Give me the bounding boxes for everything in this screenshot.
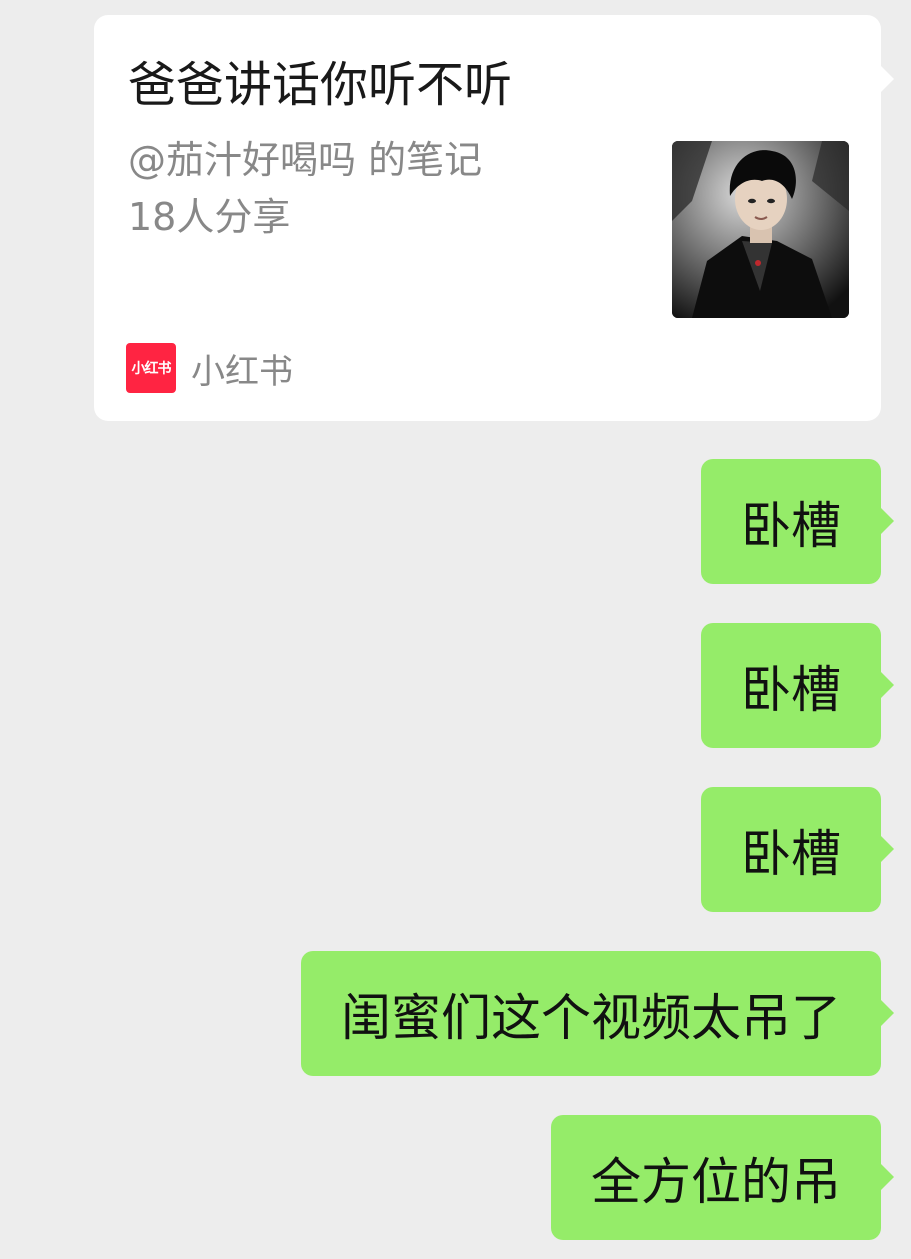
- message-bubble-outgoing[interactable]: 全方位的吊: [551, 1115, 894, 1240]
- shared-note-card[interactable]: 爸爸讲话你听不听 @茄汁好喝吗 的笔记 18人分享 小红书 小红书: [94, 15, 894, 421]
- message-bubble-outgoing[interactable]: 闺蜜们这个视频太吊了: [301, 951, 894, 1076]
- card-source: 小红书 小红书: [126, 342, 293, 394]
- xiaohongshu-logo-icon: 小红书: [126, 343, 176, 393]
- message-bubble-outgoing[interactable]: 卧槽: [701, 623, 894, 748]
- card-source-name: 小红书: [191, 351, 293, 392]
- message-bubble-outgoing[interactable]: 卧槽: [701, 459, 894, 584]
- card-share-count: 18人分享: [128, 195, 291, 239]
- card-author-line: @茄汁好喝吗 的笔记: [128, 138, 483, 182]
- person-photo-icon: [672, 141, 849, 318]
- message-bubble-outgoing[interactable]: 卧槽: [701, 787, 894, 912]
- card-title: 爸爸讲话你听不听: [128, 57, 513, 113]
- card-thumbnail: [672, 141, 849, 318]
